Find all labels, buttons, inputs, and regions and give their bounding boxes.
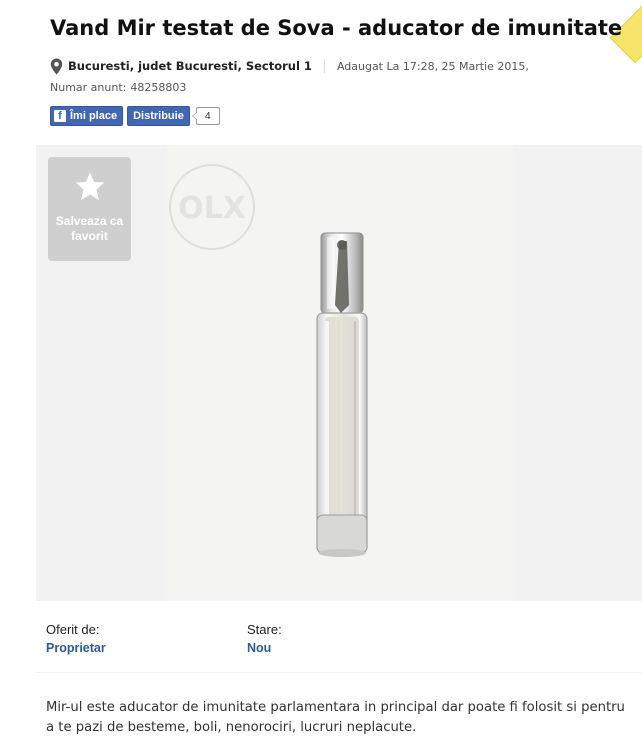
detail-key: Stare: <box>247 622 282 637</box>
ad-page: Vand Mir testat de Sova - aducator de im… <box>0 0 642 750</box>
facebook-share-button[interactable]: Distribuie <box>127 106 190 126</box>
location-row: Bucuresti, judet Bucuresti, Sectorul 1 A… <box>50 56 529 76</box>
facebook-f-icon: f <box>54 110 66 122</box>
detail-value-link[interactable]: Proprietar <box>46 641 106 655</box>
ad-number: Numar anunt: 48258803 <box>50 81 186 94</box>
share-label: Distribuie <box>133 110 184 122</box>
share-count: 4 <box>191 107 220 125</box>
like-label: Îmi place <box>70 110 118 122</box>
star-icon <box>75 172 105 200</box>
separator <box>323 59 325 73</box>
added-date: Adaugat La 17:28, 25 Martie 2015, <box>336 59 529 73</box>
product-photo-drawing: OLX <box>167 145 513 601</box>
detail-value-link[interactable]: Nou <box>247 641 282 655</box>
social-buttons: f Îmi place Distribuie 4 <box>50 106 220 126</box>
detail-offered-by: Oferit de: Proprietar <box>46 622 106 655</box>
facebook-like-button[interactable]: f Îmi place <box>50 106 124 126</box>
location-link[interactable]: Bucuresti, judet Bucuresti, Sectorul 1 <box>68 59 312 73</box>
gallery-side-right <box>512 145 642 601</box>
detail-condition: Stare: Nou <box>247 622 282 655</box>
detail-key: Oferit de: <box>46 622 100 637</box>
divider <box>36 672 642 673</box>
map-pin-icon <box>50 58 63 74</box>
ad-number-label: Numar anunt: <box>50 81 127 94</box>
ad-number-value: 48258803 <box>130 81 187 94</box>
product-photo[interactable]: OLX <box>167 145 513 601</box>
svg-text:OLX: OLX <box>178 191 246 226</box>
ad-title: Vand Mir testat de Sova - aducator de im… <box>50 16 623 40</box>
save-favorite-button[interactable]: Salveaza ca favorit <box>48 157 131 261</box>
ad-description: Mir-ul este aducator de imunitate parlam… <box>46 700 625 735</box>
save-favorite-label: Salveaza ca favorit <box>55 214 124 243</box>
